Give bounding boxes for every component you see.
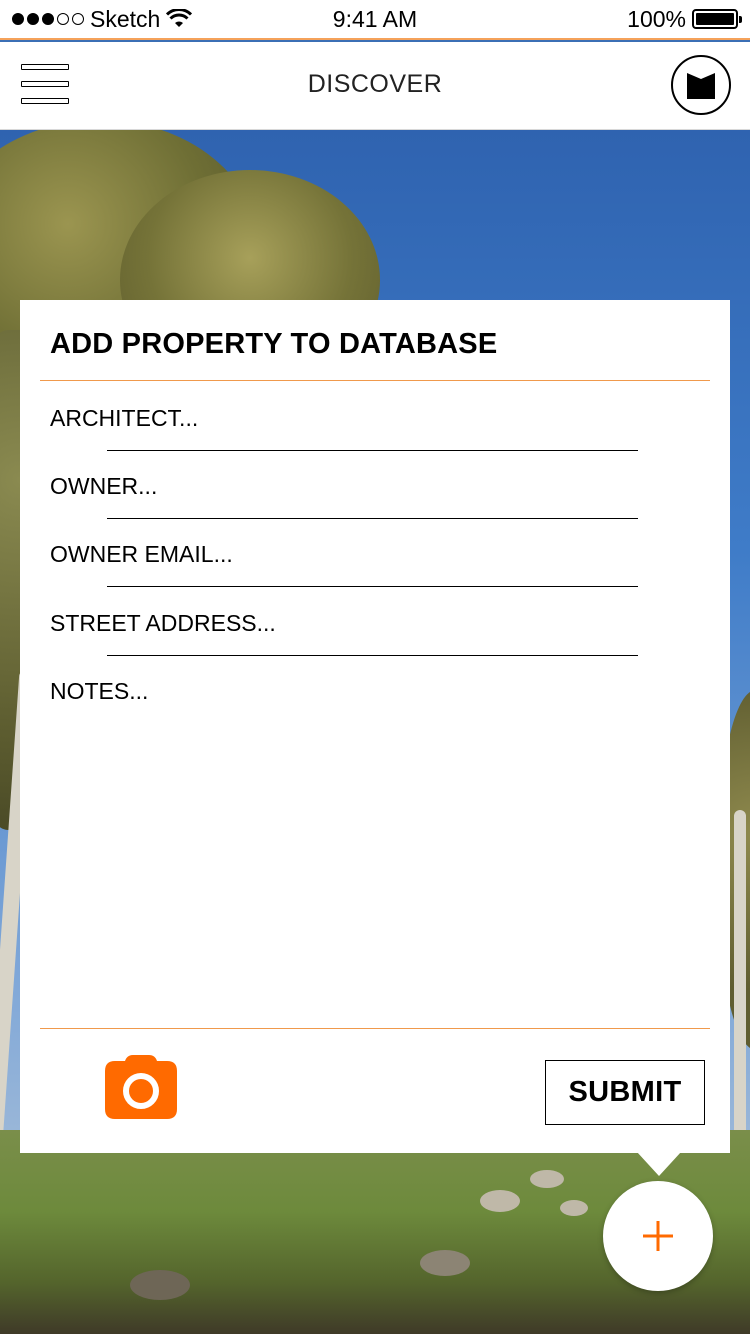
street-address-underline xyxy=(107,655,638,656)
carrier-name: Sketch xyxy=(90,5,161,32)
battery-percent: 100% xyxy=(627,5,686,32)
status-left: Sketch xyxy=(12,5,193,33)
wifi-icon xyxy=(166,9,193,27)
hamburger-icon[interactable] xyxy=(21,64,69,106)
card-pointer xyxy=(637,1152,681,1176)
status-right: 100% xyxy=(627,5,742,33)
add-button[interactable] xyxy=(603,1181,713,1291)
signal-icon xyxy=(12,13,84,25)
rock xyxy=(130,1270,190,1300)
architect-underline xyxy=(107,450,638,451)
architect-field[interactable]: ARCHITECT... xyxy=(50,405,198,432)
logo-mark xyxy=(687,73,715,99)
nav-bar: DISCOVER xyxy=(0,42,750,130)
page-title: DISCOVER xyxy=(307,70,443,98)
owner-field[interactable]: OWNER... xyxy=(50,473,157,500)
battery-icon xyxy=(692,9,742,29)
form-title: ADD PROPERTY TO DATABASE xyxy=(50,328,498,360)
submit-button[interactable]: SUBMIT xyxy=(545,1060,705,1125)
rock xyxy=(530,1170,564,1188)
camera-icon[interactable] xyxy=(105,1055,177,1119)
owner-email-field[interactable]: OWNER EMAIL... xyxy=(50,541,233,568)
street-address-field[interactable]: STREET ADDRESS... xyxy=(50,610,276,637)
rock xyxy=(480,1190,520,1212)
add-property-form: ADD PROPERTY TO DATABASE ARCHITECT... OW… xyxy=(20,300,730,1153)
logo-icon[interactable] xyxy=(671,55,731,115)
rock xyxy=(560,1200,588,1216)
rock xyxy=(420,1250,470,1276)
footer-divider xyxy=(40,1028,710,1029)
plus-icon xyxy=(643,1221,673,1251)
notes-field[interactable]: NOTES... xyxy=(50,678,148,705)
status-bar: Sketch 9:41 AM 100% xyxy=(0,0,750,40)
owner-underline xyxy=(107,518,638,519)
owner-email-underline xyxy=(107,586,638,587)
title-divider xyxy=(40,380,710,381)
